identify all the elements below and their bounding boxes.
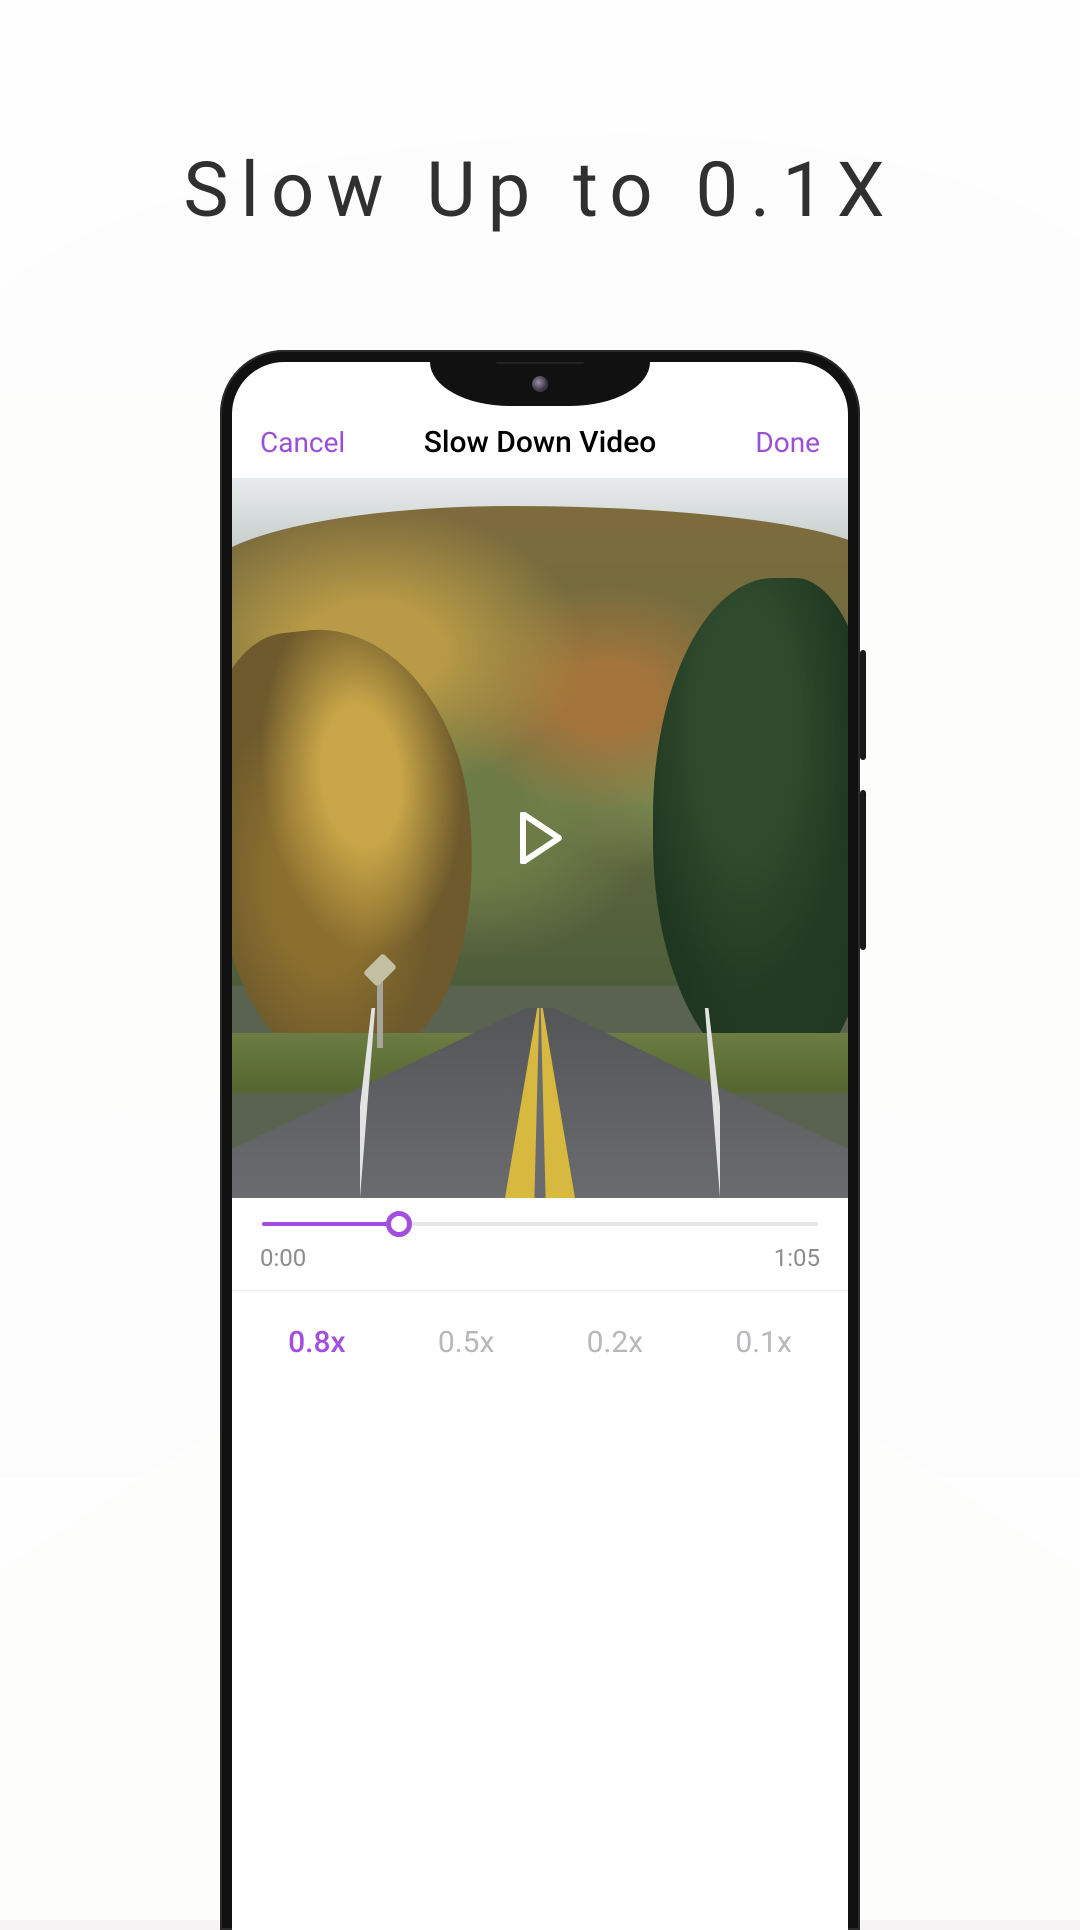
- scrubber-track[interactable]: [262, 1222, 818, 1226]
- cancel-button[interactable]: Cancel: [260, 426, 345, 459]
- speed-option-0[interactable]: 0.8x: [288, 1325, 346, 1360]
- done-button[interactable]: Done: [755, 426, 820, 459]
- phone-side-button: [860, 790, 866, 950]
- time-duration: 1:05: [774, 1244, 820, 1272]
- speed-option-1[interactable]: 0.5x: [438, 1325, 495, 1360]
- speed-options: 0.8x 0.5x 0.2x 0.1x: [232, 1291, 848, 1394]
- phone-mockup: Cancel Slow Down Video Done: [220, 350, 860, 1930]
- speed-option-2[interactable]: 0.2x: [587, 1325, 644, 1360]
- scrubber-times: 0:00 1:05: [260, 1244, 820, 1272]
- scrubber[interactable]: 0:00 1:05: [232, 1198, 848, 1286]
- scrubber-thumb[interactable]: [386, 1211, 412, 1237]
- scrubber-fill: [262, 1222, 399, 1226]
- promo-headline: Slow Up to 0.1X: [0, 145, 1080, 235]
- video-preview[interactable]: [232, 478, 848, 1198]
- phone-screen: Cancel Slow Down Video Done: [232, 362, 848, 1930]
- phone-side-button: [860, 650, 866, 760]
- speed-option-3[interactable]: 0.1x: [735, 1325, 792, 1360]
- time-current: 0:00: [260, 1244, 306, 1272]
- play-icon[interactable]: [517, 812, 563, 864]
